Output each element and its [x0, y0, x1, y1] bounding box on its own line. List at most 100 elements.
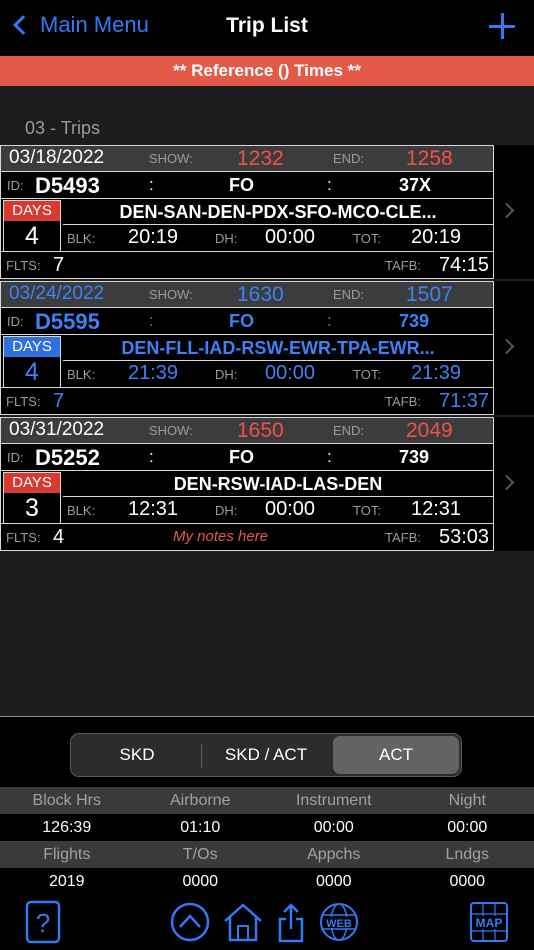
separator: :	[327, 175, 332, 194]
stat-value: 0000	[449, 873, 486, 890]
separator: :	[149, 311, 154, 330]
deadhead-time: 00:00	[265, 498, 316, 520]
separator: :	[327, 447, 332, 466]
total-label: TOT:	[353, 367, 381, 382]
separator: :	[149, 447, 154, 466]
show-label: SHOW:	[149, 151, 193, 166]
separator: :	[327, 311, 332, 330]
flights-count: 4	[53, 526, 65, 548]
navigation-bar: Main Menu Trip List	[0, 0, 534, 56]
flights-label: FLTS:	[6, 394, 41, 409]
stat-value: 01:10	[180, 819, 221, 836]
deadhead-time: 00:00	[265, 362, 316, 384]
scroll-up-icon[interactable]	[169, 899, 211, 945]
crew-position: FO	[229, 447, 254, 467]
tafb-time: 53:03	[439, 526, 490, 548]
stat-header: Night	[448, 792, 486, 809]
days-label: DAYS	[4, 337, 60, 357]
trip-row[interactable]: 03/18/2022 SHOW: 1232 END: 1258 ID: D549…	[0, 145, 534, 279]
tafb-label: TAFB:	[385, 530, 421, 545]
block-time: 21:39	[128, 362, 179, 384]
web-globe-icon[interactable]: WEB	[318, 899, 360, 945]
trip-row[interactable]: 03/31/2022 SHOW: 1650 END: 2049 ID: D525…	[0, 417, 534, 551]
divider	[63, 360, 493, 361]
flights-label: FLTS:	[6, 530, 41, 545]
divider	[63, 496, 493, 497]
trip-id: D5595	[35, 309, 100, 334]
share-icon[interactable]	[276, 899, 306, 945]
section-header: 03 - Trips	[25, 118, 101, 138]
chevron-right-icon	[498, 474, 515, 491]
stats-value-row: 2019 0000 0000 0000	[0, 868, 534, 895]
days-label: DAYS	[4, 201, 60, 221]
map-icon[interactable]: MAP	[468, 899, 510, 945]
trip-date: 03/31/2022	[9, 419, 105, 440]
trip-route-row: DAYS 4 DEN-SAN-DEN-PDX-SFO-MCO-CLE... BL…	[1, 199, 493, 252]
tafb-label: TAFB:	[385, 394, 421, 409]
tafb-time: 71:37	[439, 390, 490, 412]
id-label: ID:	[7, 178, 24, 193]
segment-skd[interactable]: SKD	[73, 736, 201, 774]
days-count: 4	[4, 357, 60, 387]
reference-times-banner: ** Reference () Times **	[0, 56, 534, 86]
stat-header: T/Os	[182, 846, 218, 863]
show-time: 1232	[237, 147, 284, 170]
stats-value-row: 126:39 01:10 00:00 00:00	[0, 814, 534, 841]
trip-id: D5252	[35, 445, 100, 470]
chevron-right-icon	[498, 338, 515, 355]
show-label: SHOW:	[149, 423, 193, 438]
trip-footer-row: FLTS: 4 My notes here TAFB: 53:03	[1, 524, 493, 550]
end-time: 2049	[406, 419, 453, 442]
days-count: 3	[4, 493, 60, 523]
divider	[63, 224, 493, 225]
total-time: 12:31	[411, 498, 462, 520]
tafb-time: 74:15	[439, 254, 490, 276]
show-time: 1650	[237, 419, 284, 442]
show-time: 1630	[237, 283, 284, 306]
stat-header: Flights	[43, 846, 91, 863]
stat-value: 0000	[182, 873, 219, 890]
stat-value: 126:39	[42, 819, 92, 836]
segment-act-selected[interactable]: ACT	[333, 736, 459, 774]
trip-route: DEN-FLL-IAD-RSW-EWR-TPA-EWR...	[121, 338, 435, 358]
days-badge: DAYS 4	[3, 336, 61, 388]
trip-id-row: ID: D5252 : FO : 739	[1, 444, 493, 471]
svg-text:?: ?	[36, 908, 50, 938]
end-time: 1258	[406, 147, 453, 170]
equipment-type: 739	[399, 311, 430, 331]
help-icon[interactable]: ?	[25, 899, 61, 945]
flights-count: 7	[53, 254, 65, 276]
trip-id-row: ID: D5493 : FO : 37X	[1, 172, 493, 199]
trip-row[interactable]: 03/24/2022 SHOW: 1630 END: 1507 ID: D559…	[0, 281, 534, 415]
stats-header-row: Block Hrs Airborne Instrument Night	[0, 787, 534, 814]
home-icon[interactable]	[222, 899, 264, 945]
stat-value: 00:00	[447, 819, 488, 836]
stat-header: Appchs	[307, 846, 361, 863]
id-label: ID:	[7, 314, 24, 329]
back-to-main-menu-button[interactable]: Main Menu	[12, 12, 149, 38]
crew-position: FO	[229, 311, 254, 331]
stats-header-row: Flights T/Os Appchs Lndgs	[0, 841, 534, 868]
trip-route-row: DAYS 4 DEN-FLL-IAD-RSW-EWR-TPA-EWR... BL…	[1, 335, 493, 388]
segment-skd-act[interactable]: SKD / ACT	[202, 736, 330, 774]
chevron-left-icon	[13, 15, 33, 35]
block-label: BLK:	[67, 367, 96, 382]
trip-footer-row: FLTS: 7 TAFB: 71:37	[1, 388, 493, 414]
days-badge: DAYS 3	[3, 472, 61, 524]
stat-value: 2019	[48, 873, 85, 890]
trip-header-row: 03/24/2022 SHOW: 1630 END: 1507	[1, 282, 493, 308]
total-time: 20:19	[411, 226, 462, 248]
stat-value: 00:00	[313, 819, 354, 836]
stat-header: Lndgs	[445, 846, 490, 863]
tafb-label: TAFB:	[385, 258, 421, 273]
block-label: BLK:	[67, 503, 96, 518]
block-time: 12:31	[128, 498, 179, 520]
stats-table: Block Hrs Airborne Instrument Night 126:…	[0, 787, 534, 895]
trip-id: D5493	[35, 173, 100, 198]
plus-icon[interactable]	[488, 10, 516, 42]
trip-card: 03/31/2022 SHOW: 1650 END: 2049 ID: D525…	[0, 417, 494, 551]
crew-position: FO	[229, 175, 254, 195]
trip-list[interactable]: 03 - Trips 03/18/2022 SHOW: 1232 END: 12…	[0, 86, 534, 716]
trip-date: 03/24/2022	[9, 283, 105, 304]
flights-count: 7	[53, 390, 65, 412]
